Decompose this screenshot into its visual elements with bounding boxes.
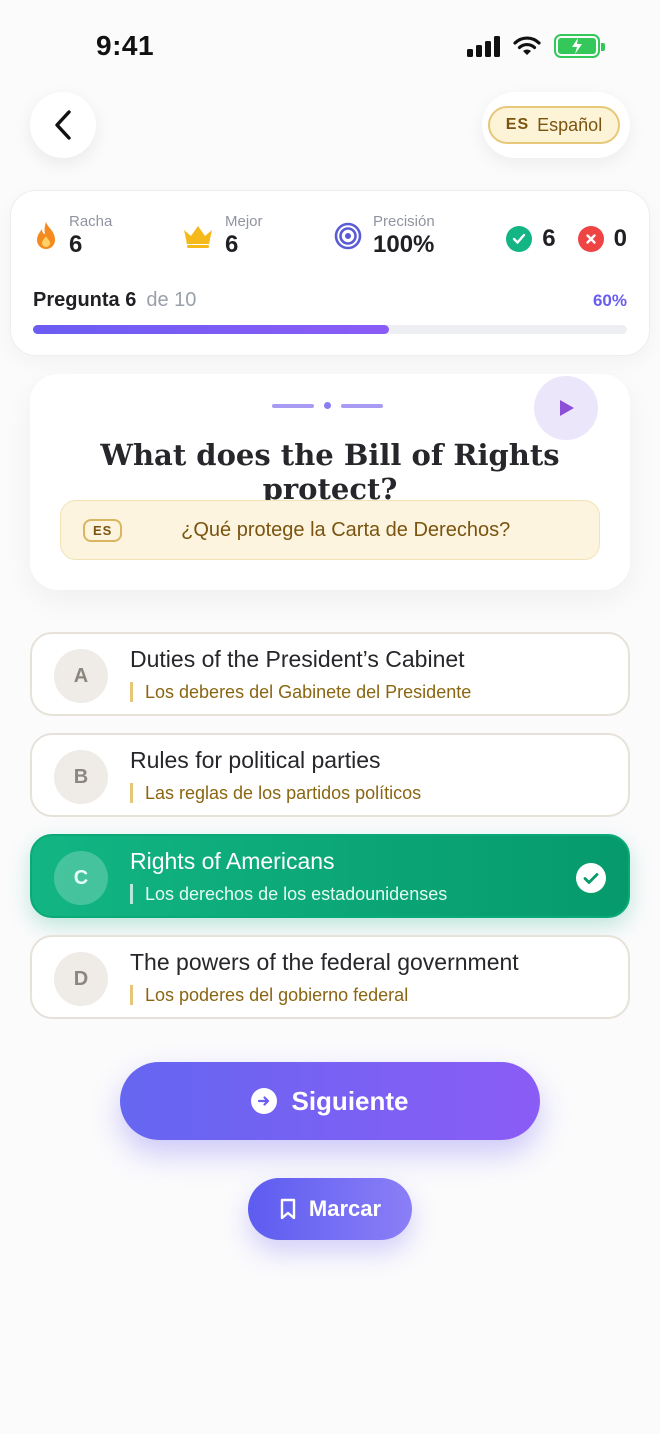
next-button[interactable]: Siguiente bbox=[120, 1062, 540, 1140]
chevron-left-icon bbox=[55, 110, 71, 140]
wrong-count: 0 bbox=[613, 225, 627, 252]
target-icon bbox=[334, 222, 362, 250]
best-value: 6 bbox=[225, 231, 239, 258]
option-letter: A bbox=[54, 649, 108, 703]
option-b[interactable]: B Rules for political parties Las reglas… bbox=[30, 733, 630, 817]
next-button-label: Siguiente bbox=[291, 1085, 409, 1116]
correct-check-icon bbox=[576, 863, 606, 893]
option-translation: Los deberes del Gabinete del Presidente bbox=[130, 682, 471, 702]
bookmark-button[interactable]: Marcar bbox=[248, 1178, 412, 1240]
best-label: Mejor bbox=[225, 213, 263, 230]
question-total: de 10 bbox=[146, 289, 197, 311]
flame-icon bbox=[37, 222, 55, 249]
option-translation: Los poderes del gobierno federal bbox=[130, 985, 408, 1005]
status-icons bbox=[467, 34, 605, 58]
status-bar: 9:41 bbox=[0, 0, 660, 96]
question-progress-row: Pregunta 6 de 10 60% bbox=[33, 289, 627, 312]
option-letter: C bbox=[54, 851, 108, 905]
option-text: Duties of the President’s Cabinet bbox=[130, 646, 465, 672]
question-card: What does the Bill of Rights protect? ES… bbox=[30, 374, 630, 590]
play-icon bbox=[560, 400, 574, 416]
option-d[interactable]: D The powers of the federal government L… bbox=[30, 935, 630, 1019]
crown-icon bbox=[184, 226, 212, 248]
answer-tally: 6 0 bbox=[506, 225, 627, 253]
question-text: What does the Bill of Rights protect? bbox=[100, 438, 560, 506]
correct-count: 6 bbox=[542, 225, 556, 252]
cellular-signal-icon bbox=[467, 35, 500, 57]
arrow-right-icon bbox=[251, 1088, 278, 1114]
correct-check-icon bbox=[506, 226, 533, 252]
back-button[interactable] bbox=[30, 92, 96, 158]
stats-card: Racha 6 Mejor 6 Precisión 100% 6 0 Pregu… bbox=[10, 190, 650, 356]
streak-label: Racha bbox=[69, 213, 113, 230]
option-translation: Los derechos de los estadounidenses bbox=[130, 884, 447, 904]
accuracy-value: 100% bbox=[373, 231, 435, 258]
option-translation: Las reglas de los partidos políticos bbox=[130, 783, 421, 803]
battery-charging-icon bbox=[554, 34, 605, 58]
translation-language-tag: ES bbox=[83, 518, 123, 542]
option-text: Rights of Americans bbox=[130, 848, 335, 874]
bookmark-icon bbox=[280, 1198, 296, 1220]
option-letter: D bbox=[54, 952, 108, 1006]
page-indicator bbox=[272, 402, 383, 409]
language-label: Español bbox=[537, 114, 603, 135]
wifi-icon bbox=[513, 36, 541, 55]
streak-value: 6 bbox=[69, 231, 83, 258]
question-translation: ES ¿Qué protege la Carta de Derechos? bbox=[60, 500, 600, 560]
streak-stat: Racha 6 bbox=[33, 213, 112, 259]
option-c[interactable]: C Rights of Americans Los derechos de lo… bbox=[30, 834, 630, 918]
accuracy-label: Precisión bbox=[373, 213, 435, 230]
wrong-x-icon bbox=[577, 226, 604, 252]
best-stat: Mejor 6 bbox=[181, 213, 263, 259]
status-time: 9:41 bbox=[96, 30, 155, 61]
language-pill[interactable]: ES Español bbox=[488, 106, 620, 144]
translation-text: ¿Qué protege la Carta de Derechos? bbox=[181, 518, 511, 541]
language-selector[interactable]: ES Español bbox=[482, 92, 630, 158]
progress-fill bbox=[33, 325, 390, 334]
option-text: Rules for political parties bbox=[130, 747, 381, 773]
option-a[interactable]: A Duties of the President’s Cabinet Los … bbox=[30, 632, 630, 716]
question-number: Pregunta 6 bbox=[33, 289, 137, 311]
bookmark-button-label: Marcar bbox=[308, 1196, 382, 1221]
option-letter: B bbox=[54, 750, 108, 804]
accuracy-stat: Precisión 100% bbox=[333, 213, 435, 259]
play-audio-button[interactable] bbox=[534, 376, 598, 440]
progress-bar bbox=[33, 325, 627, 334]
progress-percent: 60% bbox=[592, 291, 627, 310]
option-text: The powers of the federal government bbox=[130, 949, 519, 975]
language-code: ES bbox=[505, 116, 530, 133]
